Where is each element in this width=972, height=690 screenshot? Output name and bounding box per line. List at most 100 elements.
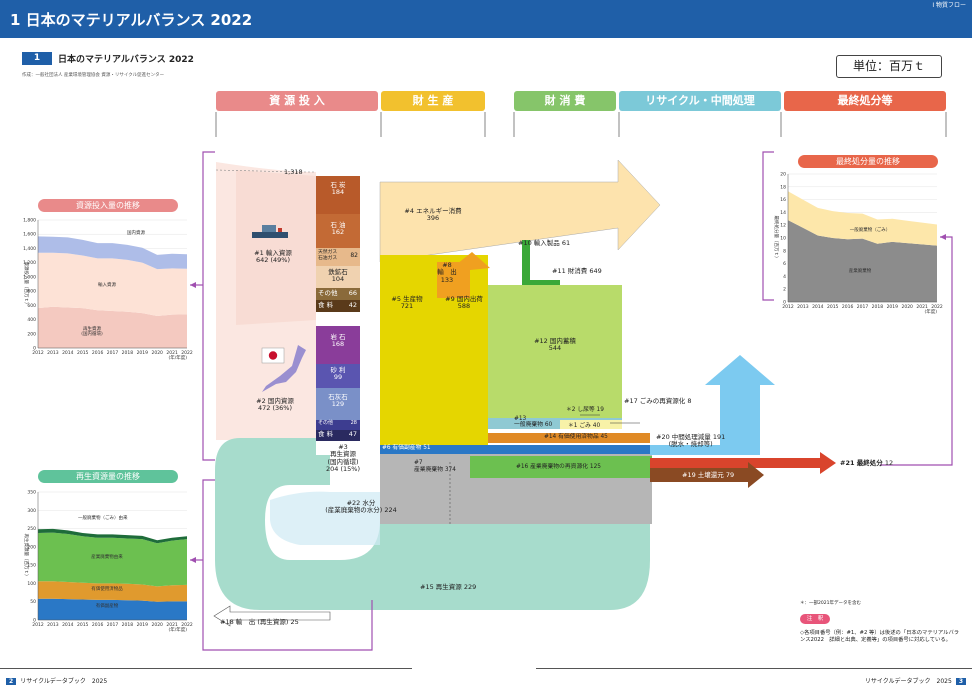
legend-label: 有価副産物 — [96, 602, 119, 609]
x-tick-label: 2020 — [901, 304, 913, 310]
y-tick-label: 4 — [783, 274, 786, 280]
industrial-recycle-label: #16 産業廃棄物の再資源化 125 — [516, 464, 601, 470]
legend-label: 産業廃棄物 — [849, 267, 872, 274]
x-tick-label: 2012 — [782, 304, 794, 310]
y-tick-label: 350 — [27, 490, 36, 496]
y-axis-label: 資源投入量（百万ｔ） — [23, 262, 30, 307]
input-chart: 1,8001,6001,4001,2001,000800600400200020… — [23, 218, 193, 362]
energy-label: #4 エネルギー消費 396 — [404, 207, 462, 223]
note-text: ◇各項目番号（例：#1、#2 等）は後述の「日本のマテリアルバランス2022 詳… — [800, 630, 960, 644]
disposal-chart: 201816141210864202012 2013 2014 2015 2016 201… — [773, 172, 943, 316]
x-tick-label: 2016 — [842, 304, 854, 310]
x-tick-label: 2017 — [107, 350, 119, 356]
stack-food-domestic: 食 料 47 — [316, 430, 360, 441]
x-tick-label: 2015 — [77, 622, 89, 628]
recycle-chart-title: 再生資源量の推移 — [38, 470, 178, 483]
footer-left: 2 リサイクルデータブック 2025 — [6, 676, 107, 685]
y-tick-label: 300 — [27, 508, 36, 514]
y-tick-label: 16 — [780, 197, 786, 203]
x-tick-label: 2013 — [47, 622, 59, 628]
soil-return-label: #19 土壌還元 79 — [682, 471, 735, 479]
x-tick-label: 2019 — [887, 304, 899, 310]
legend-label: 産業廃棄物由来 — [91, 553, 123, 560]
y-tick-label: 12 — [780, 223, 786, 229]
y-tick-label: 50 — [30, 599, 36, 605]
stack-iron-ore: 鉄鉱石 104 — [316, 266, 360, 288]
x-tick-label: 2015 — [77, 350, 89, 356]
general-waste-label: #13 一般廃棄物 60 — [514, 416, 553, 428]
x-tick-label: 2018 — [872, 304, 884, 310]
y-tick-label: 6 — [783, 261, 786, 267]
recycle-chart: 3503002502001501005002012 2013 2014 2015 201… — [23, 490, 193, 634]
y-axis-label: 最終処分量（百万ｔ） — [773, 216, 780, 261]
y-tick-label: 250 — [27, 526, 36, 532]
y-tick-label: 400 — [27, 317, 36, 323]
x-tick-label: 2017 — [857, 304, 869, 310]
x-tick-label: 2014 — [62, 350, 74, 356]
x-tick-label: 2019 — [137, 622, 149, 628]
y-tick-label: 100 — [27, 581, 36, 587]
star-note: ＊：一部2021年データを含む — [800, 601, 861, 606]
y-tick-label: 18 — [780, 184, 786, 190]
footer-right: リサイクルデータブック 2025 3 — [865, 676, 966, 685]
stack-oil: 石 油 162 — [316, 214, 360, 248]
y-tick-label: 20 — [780, 172, 786, 178]
input-chart-title: 資源投入量の推移 — [38, 199, 178, 212]
x-tick-label: 2016 — [92, 350, 104, 356]
legend-label: 一般廃棄物（ごみ） — [850, 226, 891, 233]
y-axis-label: 再生資源量（百万ｔ） — [23, 534, 30, 579]
x-tick-label: 2016 — [92, 622, 104, 628]
series-byproduct — [38, 598, 187, 620]
x-unit-label: (年/年度) — [168, 626, 187, 633]
stack-gas: 天然ガス 石油ガス 82 — [316, 248, 360, 266]
input-stack: 石 炭 184 石 油 162 天然ガス 石油ガス 82 鉄鉱石 104 その他 66 食… — [316, 176, 360, 446]
x-tick-label: 2018 — [122, 622, 134, 628]
stack-gravel: 砂 利 99 — [316, 364, 360, 388]
legend-label: 国内資源 — [127, 229, 145, 236]
stack-coal: 石 炭 184 — [316, 176, 360, 214]
industrial-waste-label: #7 産業廃棄物 374 — [414, 460, 456, 473]
x-tick-label: 2012 — [32, 622, 44, 628]
export-label: #8 輸 出 133 — [437, 261, 457, 284]
stack-food-import: 食 料 42 — [316, 300, 360, 312]
intermediate-label: #20 中間処理減量 191 (脱水・焼却等) — [656, 433, 726, 449]
x-tick-label: 2020 — [151, 350, 163, 356]
recycled-resources-label: #15 再生資源 229 — [420, 583, 477, 591]
import-resources-label: #1 輸入資源 642 (49%) — [254, 249, 292, 265]
y-tick-label: 200 — [27, 331, 36, 337]
stack-rock: 岩 石 168 — [316, 326, 360, 364]
legend-label: 有価使用済物品 — [91, 585, 123, 592]
legend-label: 再生資源 — [83, 325, 101, 332]
domestic-shipment-label: #9 国内出荷 588 — [445, 295, 483, 311]
x-tick-label: 2013 — [797, 304, 809, 310]
disposal-chart-title: 最終処分量の推移 — [798, 155, 938, 168]
stack-other-domestic: その他 28 — [316, 420, 360, 430]
recycled-export-label: #18 輸 出 (再生資源) 25 — [220, 618, 299, 626]
x-unit-label: (年度) — [924, 308, 937, 315]
stack-other-import: その他 66 — [316, 288, 360, 300]
x-tick-label: 2017 — [107, 622, 119, 628]
x-tick-label: 2013 — [47, 350, 59, 356]
import-products-label: #10 輸入製品 61 — [518, 239, 571, 247]
night-soil-label: ＊2 し尿等 19 — [566, 407, 604, 413]
recycled-input-label: #3 再生資源 (国内循環) 204 (15%) — [326, 443, 360, 474]
domestic-resources-label: #2 国内資源 472 (36%) — [256, 397, 294, 413]
y-tick-label: 8 — [783, 248, 786, 254]
final-disposal-label: #21 最終処分 12 — [840, 459, 894, 467]
y-tick-label: 14 — [780, 210, 786, 216]
x-tick-label: 2020 — [151, 622, 163, 628]
production-label: #5 生産物 721 — [391, 295, 423, 311]
x-tick-label: 2018 — [122, 350, 134, 356]
x-unit-label: (年/年度) — [168, 354, 187, 361]
total-input-value: 1,318 — [284, 168, 303, 176]
x-tick-label: 2012 — [32, 350, 44, 356]
x-tick-label: 2014 — [812, 304, 824, 310]
x-tick-label: 2015 — [827, 304, 839, 310]
valuable-used-label: #14 有価使用済物品 45 — [544, 434, 608, 440]
garbage-label: ＊1 ごみ 40 — [568, 423, 601, 429]
y-tick-label: 2 — [783, 287, 786, 293]
y-tick-label: 10 — [780, 236, 786, 242]
y-tick-label: 1,600 — [23, 232, 36, 238]
y-tick-label: 1,800 — [23, 218, 36, 224]
note-badge: 注 釈 — [800, 614, 830, 624]
